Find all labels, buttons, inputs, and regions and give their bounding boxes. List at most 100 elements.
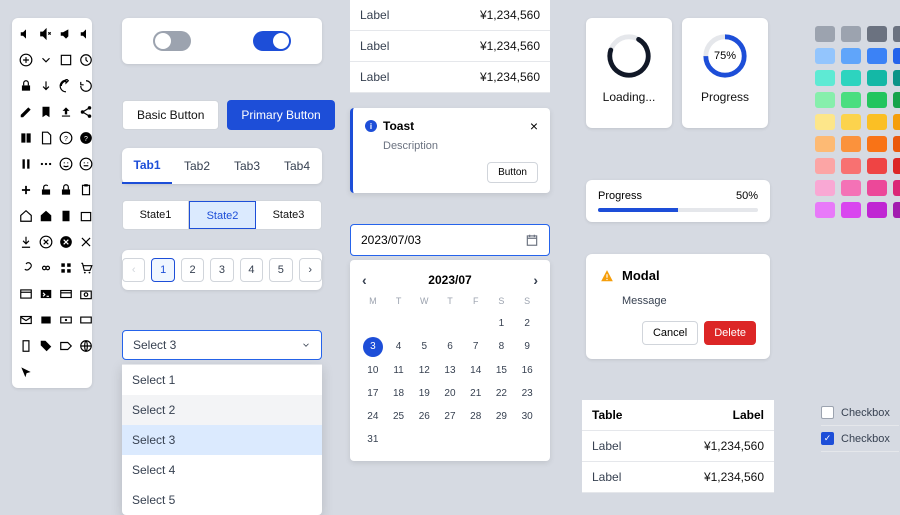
pager-2[interactable]: 2 [181, 258, 204, 282]
color-swatch[interactable] [867, 202, 887, 218]
cart-icon [78, 260, 94, 276]
color-swatch[interactable] [867, 158, 887, 174]
color-swatch[interactable] [841, 158, 861, 174]
cal-grid: MTWTFSS 12 3456789 10111213141516 171819… [360, 296, 540, 449]
close-filled-icon [58, 234, 74, 250]
state-1[interactable]: State1 [123, 201, 189, 229]
progress-bar: Progress 50% [586, 180, 770, 222]
delete-button[interactable]: Delete [704, 321, 756, 345]
tab-2[interactable]: Tab2 [172, 149, 222, 183]
bookmark-icon [38, 104, 54, 120]
color-swatch[interactable] [841, 202, 861, 218]
pager-next[interactable]: › [299, 258, 322, 282]
option-1[interactable]: Select 1 [122, 365, 322, 395]
home-icon [38, 208, 54, 224]
select-input[interactable]: Select 3 [122, 330, 322, 360]
option-5[interactable]: Select 5 [122, 485, 322, 515]
tab-1[interactable]: Tab1 [122, 148, 172, 184]
color-swatch[interactable] [815, 158, 835, 174]
checkbox-unchecked[interactable]: Checkbox [821, 400, 899, 426]
primary-button[interactable]: Primary Button [227, 100, 334, 130]
modal-title: Modal [622, 268, 660, 283]
state-2[interactable]: State2 [189, 201, 256, 229]
color-swatch[interactable] [893, 202, 900, 218]
cursor-icon [18, 364, 34, 380]
select-dropdown: Select 1 Select 2 Select 3 Select 4 Sele… [122, 364, 322, 515]
color-swatch[interactable] [893, 26, 900, 42]
cancel-button[interactable]: Cancel [642, 321, 698, 345]
option-2[interactable]: Select 2 [122, 395, 322, 425]
state-3[interactable]: State3 [256, 201, 321, 229]
color-swatch[interactable] [867, 180, 887, 196]
select-value: Select 3 [133, 338, 176, 352]
color-swatch[interactable] [841, 48, 861, 64]
toggle-on[interactable] [253, 31, 291, 51]
color-swatch[interactable] [893, 48, 900, 64]
pager-3[interactable]: 3 [210, 258, 233, 282]
toast-button[interactable]: Button [487, 162, 538, 183]
color-swatch[interactable] [815, 180, 835, 196]
date-value: 2023/07/03 [361, 233, 421, 247]
color-swatch[interactable] [815, 114, 835, 130]
volume-mute-icon [58, 26, 74, 42]
color-swatch[interactable] [841, 70, 861, 86]
color-swatch[interactable] [867, 114, 887, 130]
help-icon: ? [78, 130, 94, 146]
camera-icon [78, 286, 94, 302]
color-swatch[interactable] [893, 114, 900, 130]
color-swatch[interactable] [815, 202, 835, 218]
segmented-control: State1 State2 State3 [122, 200, 322, 230]
pager-1[interactable]: 1 [151, 258, 174, 282]
link-icon [18, 260, 34, 276]
color-swatch[interactable] [893, 92, 900, 108]
color-swatch[interactable] [841, 136, 861, 152]
tab-3[interactable]: Tab3 [222, 149, 272, 183]
close-icon[interactable]: × [530, 118, 538, 134]
color-swatch[interactable] [815, 48, 835, 64]
color-swatch[interactable] [815, 92, 835, 108]
date-input[interactable]: 2023/07/03 [350, 224, 550, 256]
close-icon [78, 234, 94, 250]
progress-circle: 75% Progress [682, 18, 768, 128]
color-swatch[interactable] [893, 158, 900, 174]
plus-icon [18, 182, 34, 198]
toggle-off[interactable] [153, 31, 191, 51]
tab-4[interactable]: Tab4 [272, 149, 322, 183]
mail-icon [18, 312, 34, 328]
color-swatches [815, 26, 900, 218]
option-3[interactable]: Select 3 [122, 425, 322, 455]
progress-percent: 75% [714, 50, 736, 62]
color-swatch[interactable] [815, 70, 835, 86]
pager-4[interactable]: 4 [240, 258, 263, 282]
cal-prev[interactable]: ‹ [362, 272, 367, 288]
color-swatch[interactable] [815, 26, 835, 42]
export-icon [58, 104, 74, 120]
color-swatch[interactable] [867, 92, 887, 108]
basic-button[interactable]: Basic Button [122, 100, 219, 130]
color-swatch[interactable] [867, 70, 887, 86]
cal-next[interactable]: › [533, 272, 538, 288]
color-swatch[interactable] [841, 92, 861, 108]
option-4[interactable]: Select 4 [122, 455, 322, 485]
icon-grid: ? ? [12, 18, 92, 388]
color-swatch[interactable] [867, 136, 887, 152]
color-swatch[interactable] [893, 180, 900, 196]
color-swatch[interactable] [815, 136, 835, 152]
color-swatch[interactable] [841, 26, 861, 42]
color-swatch[interactable] [893, 70, 900, 86]
table-row: Label¥1,234,560 [350, 0, 550, 31]
color-swatch[interactable] [867, 26, 887, 42]
color-swatch[interactable] [841, 114, 861, 130]
clipboard-icon [78, 182, 94, 198]
color-swatch[interactable] [867, 48, 887, 64]
pager-prev[interactable]: ‹ [122, 258, 145, 282]
color-swatch[interactable] [893, 136, 900, 152]
cal-day-selected[interactable]: 3 [363, 337, 383, 357]
calendar-icon [525, 233, 539, 247]
pager-5[interactable]: 5 [269, 258, 292, 282]
checkbox-checked[interactable]: Checkbox [821, 426, 899, 452]
table-row: Label¥1,234,560 [582, 462, 774, 493]
refresh-icon [58, 78, 74, 94]
help-circle-icon: ? [58, 130, 74, 146]
color-swatch[interactable] [841, 180, 861, 196]
